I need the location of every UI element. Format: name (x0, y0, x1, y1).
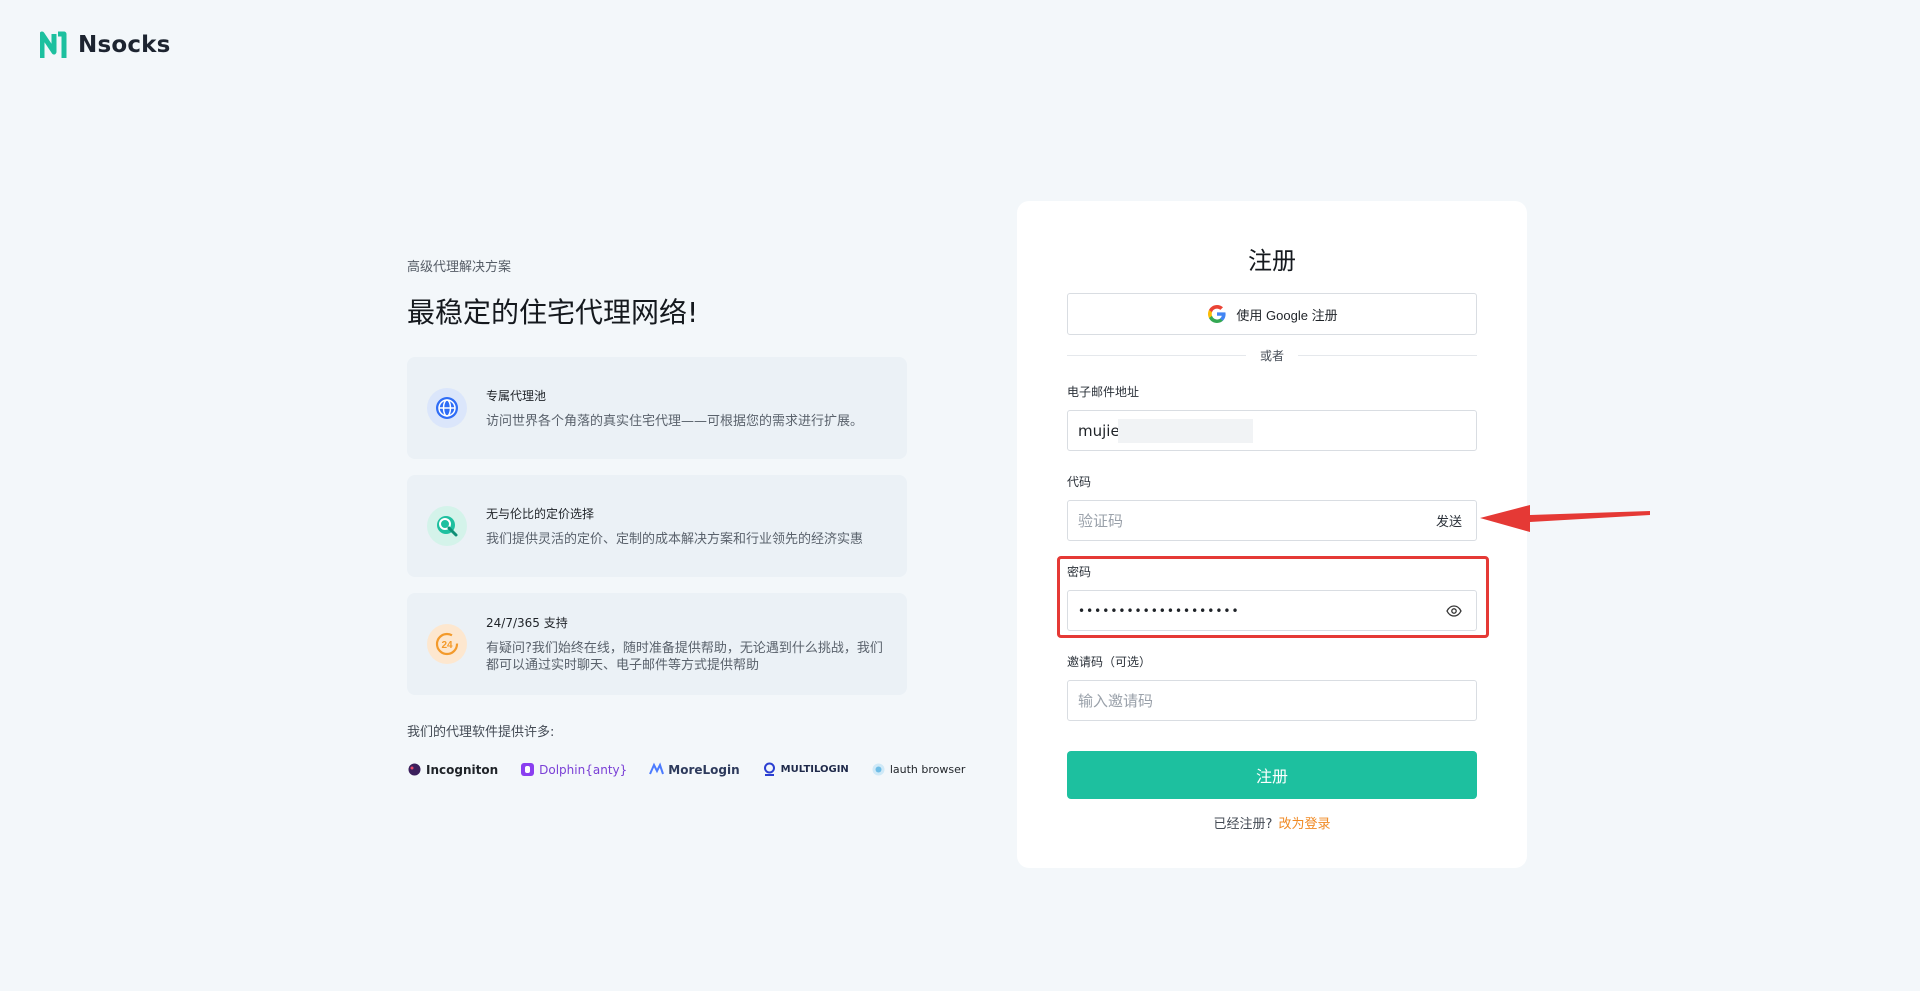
dolphin-icon (521, 763, 535, 776)
register-submit-button[interactable]: 注册 (1067, 751, 1477, 799)
support-24-icon: 24 (427, 624, 467, 664)
password-field-wrapper: •••••••••••••••••••• (1067, 590, 1477, 631)
or-label: 或者 (1245, 347, 1299, 364)
feature-card-pricing: 无与伦比的定价选择 我们提供灵活的定价、定制的成本解决方案和行业领先的经济实惠 (407, 475, 907, 577)
google-signup-label: 使用 Google 注册 (1236, 307, 1338, 323)
partner-logos: Incogniton Dolphin{anty} MoreLogin MULTI… (407, 762, 965, 777)
hero-subtitle: 高级代理解决方案 (407, 260, 512, 275)
svg-text:24: 24 (441, 640, 453, 651)
send-code-button[interactable]: 发送 (1436, 511, 1462, 530)
annotation-arrow-icon (1480, 505, 1650, 532)
password-input[interactable]: •••••••••••••••••••• (1078, 604, 1446, 618)
or-divider: 或者 (1067, 347, 1477, 364)
feature-desc: 访问世界各个角落的真实住宅代理——可根据您的需求进行扩展。 (486, 413, 864, 429)
switch-to-login-link[interactable]: 改为登录 (1278, 817, 1330, 832)
register-title: 注册 (1248, 247, 1296, 275)
partner-dolphin: Dolphin{anty} (520, 762, 627, 777)
feature-card-support: 24 24/7/365 支持 有疑问?我们始终在线，随时准备提供帮助，无论遇到什… (407, 593, 907, 695)
partner-lauth-browser: lauth browser (871, 762, 965, 777)
feature-desc: 我们提供灵活的定价、定制的成本解决方案和行业领先的经济实惠 (486, 531, 864, 547)
email-field-wrapper (1067, 410, 1477, 451)
morelogin-icon (649, 762, 665, 775)
price-search-icon (427, 506, 467, 546)
partner-multilogin: MULTILOGIN (762, 762, 849, 777)
feature-title: 24/7/365 支持 (486, 616, 568, 630)
google-icon (1208, 305, 1227, 323)
invite-field-wrapper (1067, 680, 1477, 721)
redacted-email-mask (1118, 419, 1253, 443)
multilogin-icon (763, 762, 775, 776)
incogniton-icon (408, 763, 421, 776)
partners-label: 我们的代理软件提供许多: (407, 725, 555, 740)
globe-icon (427, 388, 467, 428)
feature-title: 无与伦比的定价选择 (486, 506, 595, 521)
partner-morelogin: MoreLogin (649, 762, 740, 777)
verification-code-input[interactable] (1078, 511, 1436, 530)
hero-headline: 最稳定的住宅代理网络! (407, 296, 699, 329)
feature-desc: 有疑问?我们始终在线，随时准备提供帮助，无论遇到什么挑战，我们都可以通过实时聊天… (486, 641, 883, 673)
show-password-icon[interactable] (1446, 603, 1462, 619)
marketing-panel: 高级代理解决方案 最稳定的住宅代理网络! 专属代理池 访问世界各个角落的真实住宅… (407, 256, 965, 777)
invite-label: 邀请码（可选） (1067, 655, 1152, 669)
email-label: 电子邮件地址 (1067, 385, 1140, 399)
register-card: 注册 使用 Google 注册 或者 电子邮件地址 代码 发送 密码 •••••… (1017, 201, 1527, 868)
code-field-wrapper: 发送 (1067, 500, 1477, 541)
brand-name: Nsocks (78, 32, 171, 58)
invite-code-input[interactable] (1078, 691, 1466, 710)
login-prompt: 已经注册? (1213, 817, 1273, 832)
brand-logo[interactable]: Nsocks (40, 30, 171, 60)
feature-card-proxy-pool: 专属代理池 访问世界各个角落的真实住宅代理——可根据您的需求进行扩展。 (407, 357, 907, 459)
code-label: 代码 (1067, 475, 1092, 489)
nsocks-logo-icon (40, 31, 67, 58)
lauth-browser-icon (872, 763, 885, 776)
login-prompt-row: 已经注册? 改为登录 (1017, 813, 1527, 832)
partner-incogniton: Incogniton (407, 762, 498, 777)
feature-title: 专属代理池 (486, 388, 547, 403)
password-label: 密码 (1067, 565, 1092, 579)
google-signup-button[interactable]: 使用 Google 注册 (1067, 293, 1477, 335)
